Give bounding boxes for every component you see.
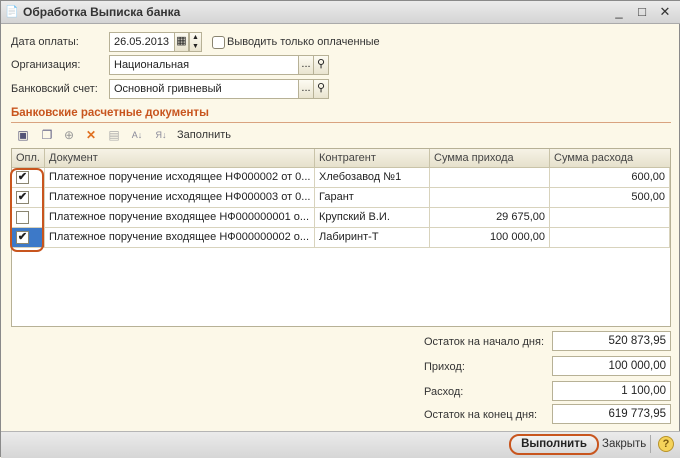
section-divider: [11, 122, 671, 123]
check-all-icon[interactable]: ▣: [15, 127, 31, 143]
close-button[interactable]: Закрыть: [602, 438, 646, 450]
bank-account-select-button[interactable]: ...: [298, 79, 314, 99]
column-header-paid[interactable]: Опл.: [12, 149, 45, 168]
minimize-icon[interactable]: _: [611, 4, 627, 20]
delete-icon[interactable]: ✕: [83, 127, 99, 143]
organization-select-button[interactable]: ...: [298, 55, 314, 75]
bank-account-input[interactable]: Основной гривневый: [109, 79, 299, 99]
income-label: Приход:: [424, 361, 465, 373]
window: 📄 Обработка Выписка банка _ □ ✕ Дата опл…: [0, 0, 680, 458]
add-icon[interactable]: ⊕: [61, 127, 77, 143]
closing-balance-label: Остаток на конец дня:: [424, 409, 538, 421]
expense-label: Расход:: [424, 386, 464, 398]
column-header-counterparty[interactable]: Контрагент: [315, 149, 430, 168]
close-icon[interactable]: ✕: [657, 4, 673, 20]
payment-date-input[interactable]: 26.05.2013: [109, 32, 175, 52]
cell-document[interactable]: Платежное поручение входящее НФ000000001…: [45, 208, 315, 228]
opening-balance-label: Остаток на начало дня:: [424, 336, 545, 348]
copy-icon[interactable]: ❐: [39, 127, 55, 143]
document-process-icon: 📄: [5, 6, 19, 18]
separator: [650, 435, 651, 453]
title-bar: 📄 Обработка Выписка банка _ □ ✕: [1, 1, 680, 24]
cell-income[interactable]: 100 000,00: [430, 228, 550, 248]
fill-button[interactable]: Заполнить: [177, 129, 231, 141]
expense-field: 1 100,00: [552, 381, 671, 401]
cell-income[interactable]: [430, 188, 550, 208]
cell-expense[interactable]: 600,00: [550, 168, 670, 188]
cell-document[interactable]: Платежное поручение исходящее НФ000003 о…: [45, 188, 315, 208]
search-icon[interactable]: ⚲: [313, 79, 329, 99]
cell-document[interactable]: Платежное поручение исходящее НФ000002 о…: [45, 168, 315, 188]
only-paid-checkbox[interactable]: [212, 36, 225, 49]
run-button[interactable]: Выполнить: [509, 434, 599, 455]
cell-income[interactable]: [430, 168, 550, 188]
organization-label: Организация:: [11, 59, 81, 71]
cell-counterparty[interactable]: Лабиринт-Т: [315, 228, 430, 248]
sort-descending-icon[interactable]: Я↓: [153, 127, 169, 143]
search-icon[interactable]: ⚲: [313, 55, 329, 75]
cell-document[interactable]: Платежное поручение входящее НФ000000002…: [45, 228, 315, 248]
closing-balance-field: 619 773,95: [552, 404, 671, 424]
payment-date-label: Дата оплаты:: [11, 36, 79, 48]
column-header-income[interactable]: Сумма прихода: [430, 149, 550, 168]
section-title: Банковские расчетные документы: [11, 107, 209, 119]
documents-table: Опл. Документ Контрагент Сумма прихода С…: [11, 148, 671, 327]
sort-ascending-icon[interactable]: A↓: [129, 127, 145, 143]
bank-account-label: Банковский счет:: [11, 83, 98, 95]
cell-counterparty[interactable]: Гарант: [315, 188, 430, 208]
cell-expense[interactable]: [550, 228, 670, 248]
paid-column-highlight: [10, 168, 44, 252]
cell-expense[interactable]: 500,00: [550, 188, 670, 208]
maximize-icon[interactable]: □: [634, 4, 650, 20]
calendar-icon[interactable]: ▦: [174, 32, 189, 52]
organization-input[interactable]: Национальная: [109, 55, 299, 75]
column-header-document[interactable]: Документ: [45, 149, 315, 168]
date-spinner[interactable]: ▲ ▼: [189, 32, 202, 52]
window-title: Обработка Выписка банка: [23, 5, 181, 19]
save-icon[interactable]: ▤: [106, 127, 122, 143]
help-icon[interactable]: ?: [658, 436, 674, 452]
cell-income[interactable]: 29 675,00: [430, 208, 550, 228]
opening-balance-field: 520 873,95: [552, 331, 671, 351]
only-paid-label: Выводить только оплаченные: [227, 36, 380, 48]
cell-counterparty[interactable]: Хлебозавод №1: [315, 168, 430, 188]
column-header-expense[interactable]: Сумма расхода: [550, 149, 670, 168]
cell-expense[interactable]: [550, 208, 670, 228]
income-field: 100 000,00: [552, 356, 671, 376]
cell-counterparty[interactable]: Крупский В.И.: [315, 208, 430, 228]
